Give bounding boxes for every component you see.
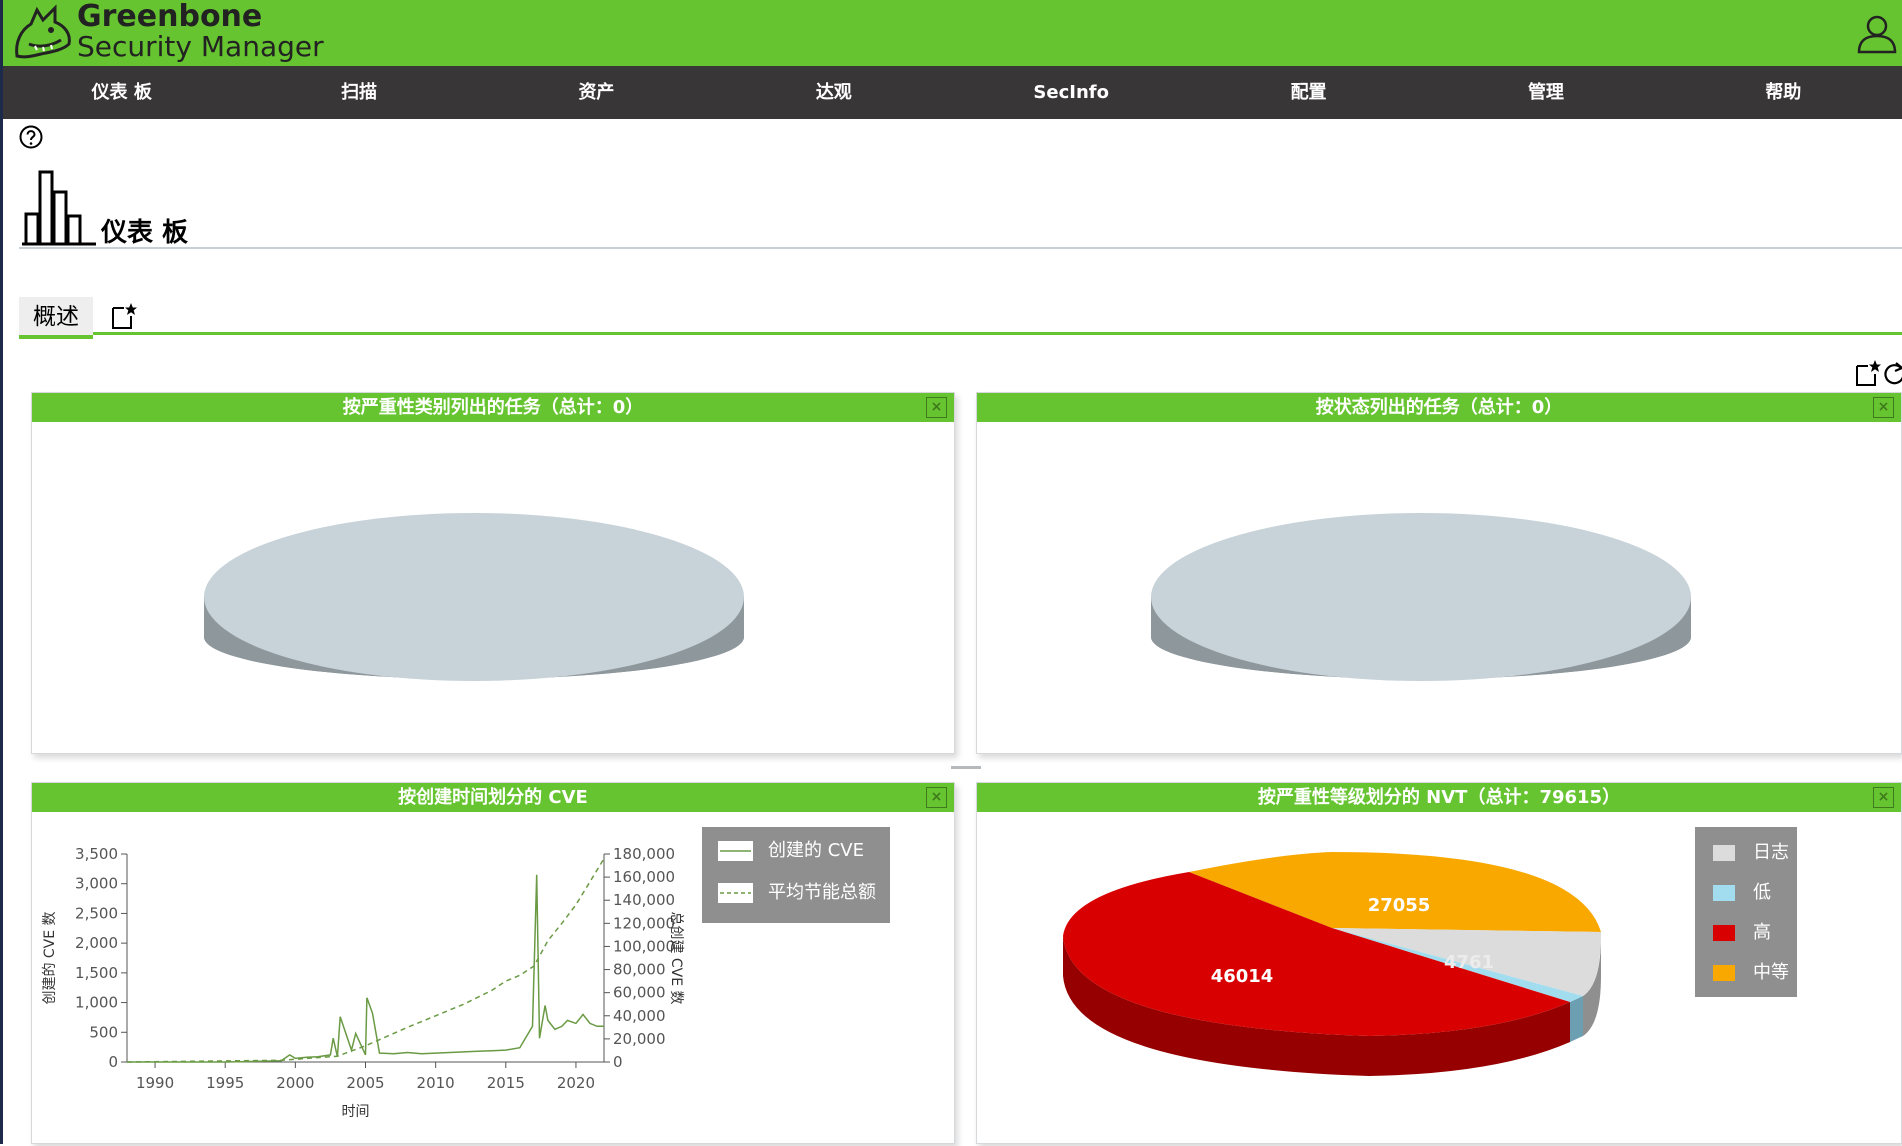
legend-label: 高	[1753, 922, 1771, 943]
dashlet-header[interactable]: 按严重性类别列出的任务（总计：0） ×	[32, 393, 954, 422]
dashlet-header[interactable]: 按创建时间划分的 CVE ×	[32, 783, 954, 812]
y2-tick-label: 180,000	[613, 845, 675, 863]
legend-label: 平均节能总额	[768, 882, 876, 903]
x-axis-title: 时间	[342, 1104, 370, 1120]
row-resize-handle[interactable]	[951, 766, 981, 769]
menu-administration[interactable]: 管理	[1427, 66, 1664, 119]
x-tick-label: 2020	[557, 1074, 595, 1092]
menu-assets[interactable]: 资产	[478, 66, 715, 119]
y2-tick-label: 100,000	[613, 937, 675, 955]
series-line-created-cve	[127, 874, 604, 1063]
menu-scans[interactable]: 扫描	[240, 66, 477, 119]
dashboard-chart-icon	[22, 170, 96, 246]
pie-label-high: 46014	[1211, 966, 1274, 987]
x-tick-label: 1990	[136, 1074, 174, 1092]
y2-tick-label: 20,000	[613, 1030, 666, 1048]
add-dashboard-icon[interactable]	[111, 302, 137, 330]
x-tick-label: 2005	[346, 1074, 384, 1092]
nvt-legend: 日志 低 高 中等	[1695, 827, 1797, 997]
x-tick-label: 2015	[487, 1074, 525, 1092]
dashlet-tasks-by-severity: 按严重性类别列出的任务（总计：0） ×	[31, 392, 955, 754]
y2-tick-label: 140,000	[613, 891, 675, 909]
greenbone-logo-icon	[15, 4, 71, 59]
dashlet-nvt-by-severity: 按严重性等级划分的 NVT（总计：79615） × 27055 46014 47…	[976, 782, 1902, 1144]
tab-underline	[93, 332, 1902, 335]
y-tick-label: 0	[108, 1053, 118, 1071]
y2-axis-title: 总创建 CVE 数	[668, 911, 684, 1004]
y2-tick-label: 0	[613, 1053, 623, 1071]
legend-swatch-high	[1713, 925, 1735, 941]
legend-swatch-log	[1713, 845, 1735, 861]
pie-side-low	[1570, 996, 1583, 1042]
legend-swatch-solid	[718, 841, 753, 861]
y2-tick-label: 60,000	[613, 984, 666, 1002]
x-tick-label: 2010	[417, 1074, 455, 1092]
close-dashlet-button[interactable]: ×	[1873, 397, 1894, 418]
y-tick-label: 500	[89, 1023, 118, 1041]
pie-top	[204, 513, 744, 681]
y2-tick-label: 40,000	[613, 1007, 666, 1025]
menu-configuration[interactable]: 配置	[1190, 66, 1427, 119]
dashlet-title: 按严重性类别列出的任务（总计：0）	[342, 397, 644, 418]
y-tick-label: 2,000	[75, 934, 118, 952]
app-name-line1: Greenbone	[77, 0, 263, 34]
x-tick-label: 2000	[276, 1074, 314, 1092]
legend-swatch-low	[1713, 885, 1735, 901]
close-dashlet-button[interactable]: ×	[926, 397, 947, 418]
y-tick-label: 3,000	[75, 875, 118, 893]
app-name-line2: Security Manager	[77, 30, 324, 63]
y-axis-title: 创建的 CVE 数	[42, 911, 58, 1004]
cve-legend: 创建的 CVE 平均节能总额	[702, 827, 890, 923]
dashlet-header[interactable]: 按严重性等级划分的 NVT（总计：79615） ×	[977, 783, 1901, 812]
help-icon[interactable]	[19, 125, 43, 149]
legend-label: 日志	[1753, 842, 1789, 863]
y-tick-label: 3,500	[75, 845, 118, 863]
dashlet-title: 按严重性等级划分的 NVT（总计：79615）	[1257, 787, 1621, 808]
app-frame: Greenbone Security Manager 仪表 板 扫描 资产 达观…	[3, 0, 1902, 1144]
legend-swatch-dashed	[718, 883, 753, 903]
y-tick-label: 1,500	[75, 964, 118, 982]
y2-tick-label: 80,000	[613, 961, 666, 979]
tab-overview[interactable]: 概述	[19, 297, 93, 339]
page-title: 仪表 板	[101, 218, 189, 248]
legend-label: 低	[1753, 882, 1771, 903]
main-menu: 仪表 板 扫描 资产 达观 SecInfo 配置 管理 帮助	[3, 66, 1902, 119]
dashlet-header[interactable]: 按状态列出的任务（总计：0） ×	[977, 393, 1901, 422]
pie-label-medium: 27055	[1368, 895, 1431, 916]
y-tick-label: 2,500	[75, 904, 118, 922]
y2-tick-label: 160,000	[613, 868, 675, 886]
app-name: Greenbone Security Manager	[77, 2, 324, 62]
legend-swatch-medium	[1713, 965, 1735, 981]
menu-help[interactable]: 帮助	[1665, 66, 1902, 119]
dashlet-title: 按创建时间划分的 CVE	[398, 787, 588, 808]
reset-dashboard-icon[interactable]	[1883, 359, 1902, 387]
close-dashlet-button[interactable]: ×	[1873, 787, 1894, 808]
pie-top	[1151, 513, 1691, 681]
y2-tick-label: 120,000	[613, 914, 675, 932]
top-header: Greenbone Security Manager	[3, 0, 1902, 66]
add-dashlet-icon[interactable]	[1854, 359, 1882, 387]
pie-label-log: 4761	[1444, 952, 1494, 973]
menu-dashboard[interactable]: 仪表 板	[3, 66, 240, 119]
empty-pie-chart	[204, 513, 744, 681]
empty-pie-chart	[1151, 513, 1691, 681]
menu-resilience[interactable]: 达观	[715, 66, 952, 119]
legend-label: 创建的 CVE	[768, 840, 864, 861]
user-menu-icon[interactable]	[1856, 14, 1898, 54]
x-tick-label: 1995	[206, 1074, 244, 1092]
dashlet-tasks-by-status: 按状态列出的任务（总计：0） ×	[976, 392, 1902, 754]
legend-label: 中等	[1753, 962, 1789, 983]
title-divider	[19, 247, 1902, 249]
dashlet-title: 按状态列出的任务（总计：0）	[1315, 397, 1563, 418]
close-dashlet-button[interactable]: ×	[926, 787, 947, 808]
menu-secinfo[interactable]: SecInfo	[953, 66, 1190, 119]
y-tick-label: 1,000	[75, 994, 118, 1012]
dashlet-cve-by-creation-time: 按创建时间划分的 CVE × 0 500 1,000 1,500 2,000 2,500 3…	[31, 782, 955, 1144]
